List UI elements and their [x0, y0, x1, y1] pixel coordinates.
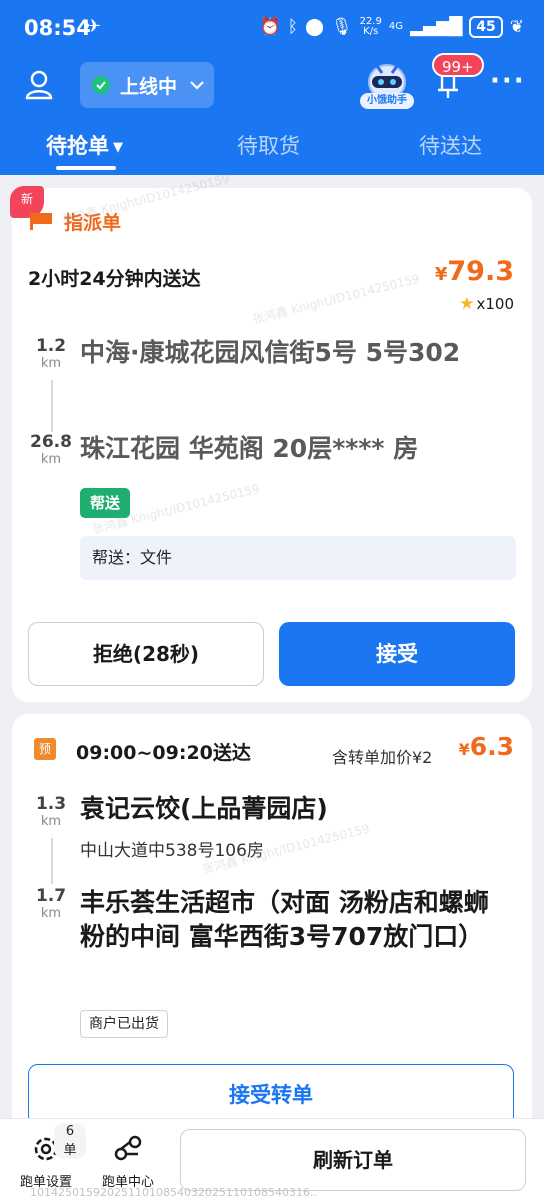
order-card-assigned[interactable]: 新 指派单 2小时24分钟内送达 ¥79.3 ★ x100 1.2 km 中海·…: [10, 186, 532, 702]
more-options-icon[interactable]: ···: [490, 66, 526, 96]
dropoff-distance: 26.8 km: [30, 432, 72, 467]
transfer-bonus: 含转单加价¥2: [332, 748, 433, 767]
accept-button[interactable]: 接受: [279, 622, 515, 686]
order-price: ¥79.3: [434, 256, 514, 287]
app-header: 08:54 ✈ ⏰ ᛒ ⬤ 🎙 22.9 K/s 4G ▂▄▆█ 45 ❦ 上线中…: [0, 0, 544, 175]
merchant-name: 袁记云饺(上品菁园店): [80, 794, 328, 823]
pickup-address: 中海·康城花园风信街5号 5号302: [80, 338, 461, 367]
route-line: [51, 380, 53, 432]
assistant-label: 小饿助手: [360, 93, 414, 109]
order-count-badge: 6单: [54, 1123, 86, 1159]
chevron-down-icon: [190, 81, 204, 90]
mic-icon: 🎙: [330, 17, 353, 37]
star-reward: ★ x100: [459, 294, 514, 314]
star-icon: ★: [459, 294, 475, 314]
pickup-distance: 1.3 km: [35, 794, 67, 829]
preorder-tag: 预: [34, 738, 56, 760]
active-tab-indicator: [56, 166, 116, 170]
online-status-toggle[interactable]: 上线中: [80, 62, 214, 108]
user-profile-icon[interactable]: [24, 70, 54, 100]
online-status-label: 上线中: [120, 75, 178, 98]
battery-indicator: 45: [469, 16, 503, 38]
tab-pending-pickup[interactable]: 待取货: [237, 130, 300, 160]
tab-pending-delivery[interactable]: 待送达: [419, 130, 482, 160]
notification-badge: 99+: [432, 53, 484, 77]
bluetooth-icon: ᛒ: [287, 17, 298, 37]
order-note: 帮送：文件: [80, 536, 516, 580]
dropoff-distance: 1.7 km: [35, 886, 67, 921]
delivery-deadline: 2小时24分钟内送达: [28, 268, 201, 290]
status-time: 08:54: [24, 16, 91, 40]
signal-icon: ▂▄▆█: [409, 17, 463, 37]
route-line: [51, 838, 53, 884]
dropoff-address: 丰乐荟生活超市（对面 汤粉店和螺蛳粉的中间 富华西街3号707放门口）: [80, 888, 489, 951]
alarm-icon: ⏰: [259, 17, 281, 37]
flag-icon: [30, 212, 52, 230]
leaf-icon: ❦: [509, 17, 524, 37]
order-price: ¥6.3: [458, 732, 514, 761]
reject-button[interactable]: 拒绝(28秒): [28, 622, 264, 686]
dropoff-address: 珠江花园 华苑阁 20层**** 房: [80, 434, 419, 463]
merchant-status-tag: 商户已出货: [80, 1010, 168, 1038]
network-speed: 22.9 K/s: [359, 16, 382, 37]
network-type: 4G: [388, 21, 403, 32]
accept-transfer-button[interactable]: 接受转单: [28, 1064, 514, 1126]
check-icon: [92, 76, 110, 94]
delivery-time-window: 09:00~09:20送达: [76, 742, 251, 764]
tab-pending-grab[interactable]: 待抢单 ▼: [46, 130, 123, 160]
order-tabs: 待抢单 ▼ 待取货 待送达: [0, 130, 544, 170]
footer-watermark-id: 1014250159202511010854032025110108540316…: [30, 1186, 317, 1199]
status-bar: 08:54 ✈ ⏰ ᛒ ⬤ 🎙 22.9 K/s 4G ▂▄▆█ 45 ❦: [0, 0, 544, 56]
route-pin-icon: [114, 1135, 142, 1161]
pickup-distance: 1.2 km: [35, 336, 67, 371]
refresh-orders-button[interactable]: 刷新订单: [180, 1129, 526, 1191]
location-icon: ⬤: [304, 17, 324, 37]
caret-down-icon: ▼: [113, 139, 123, 155]
navigation-icon: ✈: [86, 16, 102, 37]
